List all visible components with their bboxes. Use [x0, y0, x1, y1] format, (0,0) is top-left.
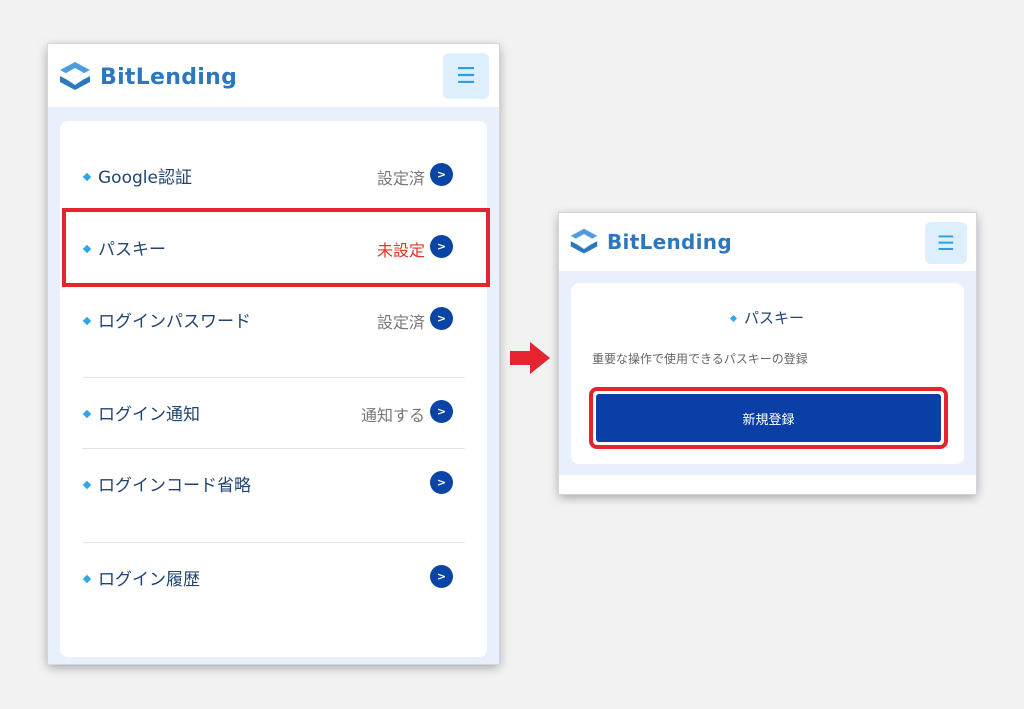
- passkey-description: 重要な操作で使用できるパスキーの登録: [592, 352, 808, 366]
- chevron-right-icon[interactable]: >: [430, 400, 453, 423]
- bullet-diamond-icon: [82, 409, 92, 419]
- passkey-card: パスキー 重要な操作で使用できるパスキーの登録 新規登録: [571, 283, 964, 464]
- settings-row-label: ログインコード省略: [98, 476, 251, 496]
- passkey-title-text: パスキー: [743, 309, 804, 327]
- brand-logo[interactable]: BitLending: [58, 60, 237, 94]
- passkey-title: パスキー: [571, 307, 964, 328]
- section-divider: [82, 542, 465, 543]
- hamburger-icon: ☰: [456, 63, 476, 89]
- register-passkey-button[interactable]: 新規登録: [596, 394, 941, 442]
- arrow-right-icon: [510, 342, 550, 374]
- settings-row-login-notification[interactable]: ログイン通知 通知する >: [60, 394, 487, 434]
- bullet-diamond-icon: [82, 172, 92, 182]
- passkey-row-highlight: [62, 208, 490, 287]
- settings-row-label: ログイン履歴: [98, 570, 200, 590]
- bullet-diamond-icon: [82, 316, 92, 326]
- brand-name: BitLending: [607, 230, 732, 254]
- settings-row-label: ログイン通知: [98, 405, 200, 425]
- chevron-right-icon[interactable]: >: [430, 307, 453, 330]
- chevron-right-icon[interactable]: >: [430, 565, 453, 588]
- bitlending-logo-icon: [570, 228, 598, 254]
- hamburger-icon: ☰: [937, 231, 955, 255]
- settings-screen: BitLending ☰ Google認証 設定済 > パスキー 未設定 > ロ…: [48, 44, 499, 664]
- settings-row-status: 設定済: [376, 313, 425, 332]
- settings-row-status: 設定済: [376, 169, 425, 188]
- settings-row-google-auth[interactable]: Google認証 設定済 >: [60, 157, 487, 197]
- settings-row-login-history[interactable]: ログイン履歴 >: [60, 559, 487, 599]
- app-header: BitLending ☰: [48, 44, 499, 107]
- settings-row-label: ログインパスワード: [98, 312, 251, 332]
- brand-logo[interactable]: BitLending: [569, 227, 732, 257]
- passkey-screen: BitLending ☰ パスキー 重要な操作で使用できるパスキーの登録 新規登…: [559, 213, 976, 494]
- chevron-right-icon[interactable]: >: [430, 471, 453, 494]
- settings-row-status: 通知する: [360, 406, 425, 425]
- chevron-right-icon[interactable]: >: [430, 163, 453, 186]
- bullet-diamond-icon: [82, 480, 92, 490]
- settings-row-login-password[interactable]: ログインパスワード 設定済 >: [60, 301, 487, 341]
- brand-name: BitLending: [100, 64, 238, 90]
- footer-strip: [559, 475, 976, 494]
- hamburger-menu-button[interactable]: ☰: [443, 53, 489, 99]
- register-button-highlight: 新規登録: [589, 387, 948, 449]
- settings-row-label: Google認証: [98, 168, 192, 188]
- bullet-diamond-icon: [729, 314, 738, 323]
- bullet-diamond-icon: [82, 574, 92, 584]
- row-divider: [82, 448, 465, 449]
- app-header: BitLending ☰: [559, 213, 976, 271]
- hamburger-menu-button[interactable]: ☰: [925, 222, 967, 264]
- security-settings-card: Google認証 設定済 > パスキー 未設定 > ログインパスワード 設定済 …: [60, 121, 487, 657]
- section-divider: [82, 377, 465, 378]
- bitlending-logo-icon: [60, 62, 90, 90]
- settings-row-login-code-skip[interactable]: ログインコード省略 >: [60, 465, 487, 505]
